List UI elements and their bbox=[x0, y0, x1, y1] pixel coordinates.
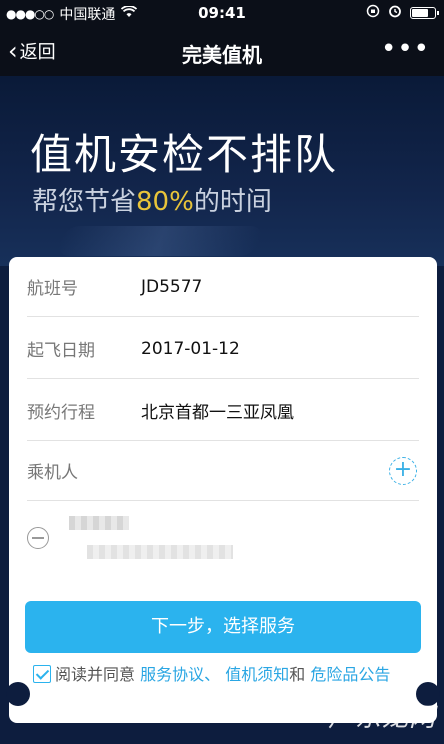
more-icon[interactable]: ••• bbox=[381, 34, 430, 64]
remove-passenger-icon[interactable] bbox=[27, 527, 49, 549]
agree-checkbox[interactable] bbox=[33, 665, 51, 683]
status-bar: ●●●○○ 中国联通 09:41 bbox=[0, 0, 444, 26]
departure-date-label: 起飞日期 bbox=[27, 341, 95, 361]
hero-subtitle: 帮您节省80%的时间 bbox=[32, 181, 272, 218]
battery-icon bbox=[410, 7, 439, 19]
agree-and: 和 bbox=[289, 665, 306, 684]
rotation-lock-icon bbox=[366, 4, 380, 22]
departure-date-row: 起飞日期 2017-01-12 bbox=[27, 319, 419, 379]
passenger-label: 乘机人 bbox=[27, 463, 78, 483]
hero-banner: 值机安检不排队 帮您节省80%的时间 bbox=[0, 76, 444, 266]
add-passenger-icon[interactable]: + bbox=[389, 457, 417, 485]
flight-number-row: 航班号 JD5577 bbox=[27, 257, 419, 317]
passenger-row: 乘机人 + bbox=[27, 441, 419, 501]
page-title: 完美值机 bbox=[182, 43, 262, 67]
watermark: 广东龙网 bbox=[327, 703, 436, 733]
passenger-item bbox=[27, 507, 419, 573]
departure-date-value: 2017-01-12 bbox=[141, 338, 240, 359]
hero-sub-suffix: 的时间 bbox=[193, 187, 272, 217]
next-step-button[interactable]: 下一步，选择服务 bbox=[25, 601, 421, 653]
route-value: 北京首都一三亚凤凰 bbox=[141, 403, 294, 423]
hero-sub-highlight: 80% bbox=[136, 187, 194, 217]
flight-number-label: 航班号 bbox=[27, 279, 78, 299]
hero-sub-prefix: 帮您节省 bbox=[32, 187, 137, 217]
agreement: 阅读并同意 服务协议、 值机须知和 危险品公告 bbox=[33, 662, 417, 688]
passenger-id-redacted bbox=[87, 545, 233, 559]
service-agreement-link[interactable]: 服务协议、 bbox=[140, 665, 220, 684]
route-label: 预约行程 bbox=[27, 403, 95, 423]
route-row: 预约行程 北京首都一三亚凤凰 bbox=[27, 381, 419, 441]
card-notch-left bbox=[6, 682, 30, 706]
agree-prefix: 阅读并同意 bbox=[55, 665, 136, 684]
checkin-form-card: 航班号 JD5577 起飞日期 2017-01-12 预约行程 北京首都一三亚凤… bbox=[6, 257, 440, 723]
dangerous-goods-link[interactable]: 危险品公告 bbox=[310, 665, 390, 684]
nav-bar: ‹ 返回 完美值机 ••• bbox=[0, 26, 444, 76]
flight-number-value: JD5577 bbox=[141, 276, 203, 297]
passenger-name-redacted bbox=[69, 516, 129, 530]
alarm-icon bbox=[388, 4, 402, 22]
hero-headline: 值机安检不排队 bbox=[30, 130, 339, 179]
checkin-notice-link[interactable]: 值机须知 bbox=[225, 665, 289, 684]
airplane-graphic bbox=[54, 226, 266, 256]
